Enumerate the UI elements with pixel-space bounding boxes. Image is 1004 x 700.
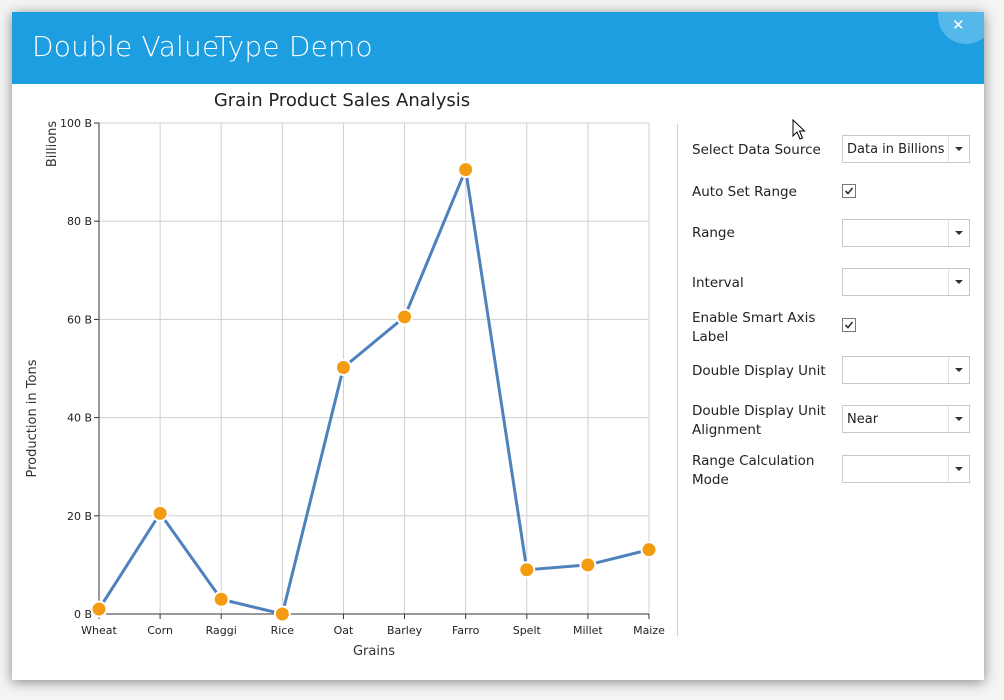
title-bar: Double ValueType Demo ✕ <box>12 12 984 84</box>
data-point-marker[interactable] <box>334 359 352 377</box>
data-point-marker[interactable] <box>640 541 658 559</box>
interval-dropdown[interactable] <box>842 268 970 296</box>
auto-range-checkbox[interactable] <box>842 184 856 198</box>
demo-window: Double ValueType Demo ✕ Grain Product Sa… <box>12 12 984 680</box>
smart-axis-checkbox[interactable] <box>842 318 856 332</box>
x-tick-label: Farro <box>452 624 480 637</box>
unit-alignment-value: Near <box>847 412 879 427</box>
close-button[interactable]: ✕ <box>938 12 984 44</box>
mouse-pointer-icon <box>792 119 806 140</box>
x-tick-label: Barley <box>387 624 423 637</box>
x-tick-label: Oat <box>334 624 354 637</box>
range-calc-label: Range Calculation Mode <box>692 453 815 488</box>
x-axis-title: Grains <box>353 644 395 659</box>
display-unit-label: Double Display Unit <box>692 363 826 379</box>
range-calc-dropdown[interactable] <box>842 455 970 483</box>
interval-label: Interval <box>692 275 744 291</box>
range-dropdown[interactable] <box>842 219 970 247</box>
x-tick-label: Rice <box>271 624 295 637</box>
data-point-marker[interactable] <box>151 504 169 522</box>
x-tick-label: Millet <box>573 624 603 637</box>
y-tick-label: 100 B <box>60 117 92 130</box>
chevron-down-icon <box>948 220 969 246</box>
data-point-marker[interactable] <box>212 590 230 608</box>
data-source-label: Select Data Source <box>692 142 821 158</box>
y-tick-label: 60 B <box>67 313 92 326</box>
y-tick-label: 0 B <box>74 608 92 621</box>
window-title: Double ValueType Demo <box>32 30 373 63</box>
display-unit-dropdown[interactable] <box>842 356 970 384</box>
data-point-marker[interactable] <box>90 600 108 618</box>
chevron-down-icon <box>948 406 969 432</box>
range-label: Range <box>692 225 735 241</box>
y-axis-unit-label: Billions <box>45 121 60 168</box>
series-line <box>97 168 650 616</box>
data-point-marker[interactable] <box>579 556 597 574</box>
checkmark-icon <box>844 321 854 329</box>
data-point-marker[interactable] <box>457 161 475 179</box>
chevron-down-icon <box>948 136 969 162</box>
x-tick-label: Raggi <box>206 624 237 637</box>
x-tick-label: Maize <box>633 624 665 637</box>
x-tick-label: Spelt <box>513 624 542 637</box>
chevron-down-icon <box>948 269 969 295</box>
data-source-value: Data in Billions <box>847 142 945 157</box>
data-point-marker[interactable] <box>273 605 291 623</box>
auto-range-label: Auto Set Range <box>692 184 797 200</box>
smart-axis-label: Enable Smart Axis Label <box>692 310 816 345</box>
x-tick-label: Corn <box>147 624 173 637</box>
data-point-marker[interactable] <box>518 561 536 579</box>
checkmark-icon <box>844 187 854 195</box>
chevron-down-icon <box>948 357 969 383</box>
data-source-dropdown[interactable]: Data in Billions <box>842 135 970 163</box>
line-chart: 0 B 20 B 40 B 60 B 80 B 100 B Wheat Corn Raggi Ri… <box>25 117 665 659</box>
y-axis-title: Production in Tons <box>25 359 40 477</box>
chevron-down-icon <box>948 456 969 482</box>
close-icon: ✕ <box>952 16 965 34</box>
unit-alignment-label: Double Display Unit Alignment <box>692 403 826 438</box>
chart-area: Grain Product Sales Analysis 0 B 20 B 40 B… <box>12 84 672 680</box>
y-tick-label: 20 B <box>67 510 92 523</box>
y-tick-label: 80 B <box>67 215 92 228</box>
panel-divider <box>677 124 678 636</box>
data-point-marker[interactable] <box>396 308 414 326</box>
y-tick-label: 40 B <box>67 412 92 425</box>
unit-alignment-dropdown[interactable]: Near <box>842 405 970 433</box>
x-tick-label: Wheat <box>81 624 117 637</box>
